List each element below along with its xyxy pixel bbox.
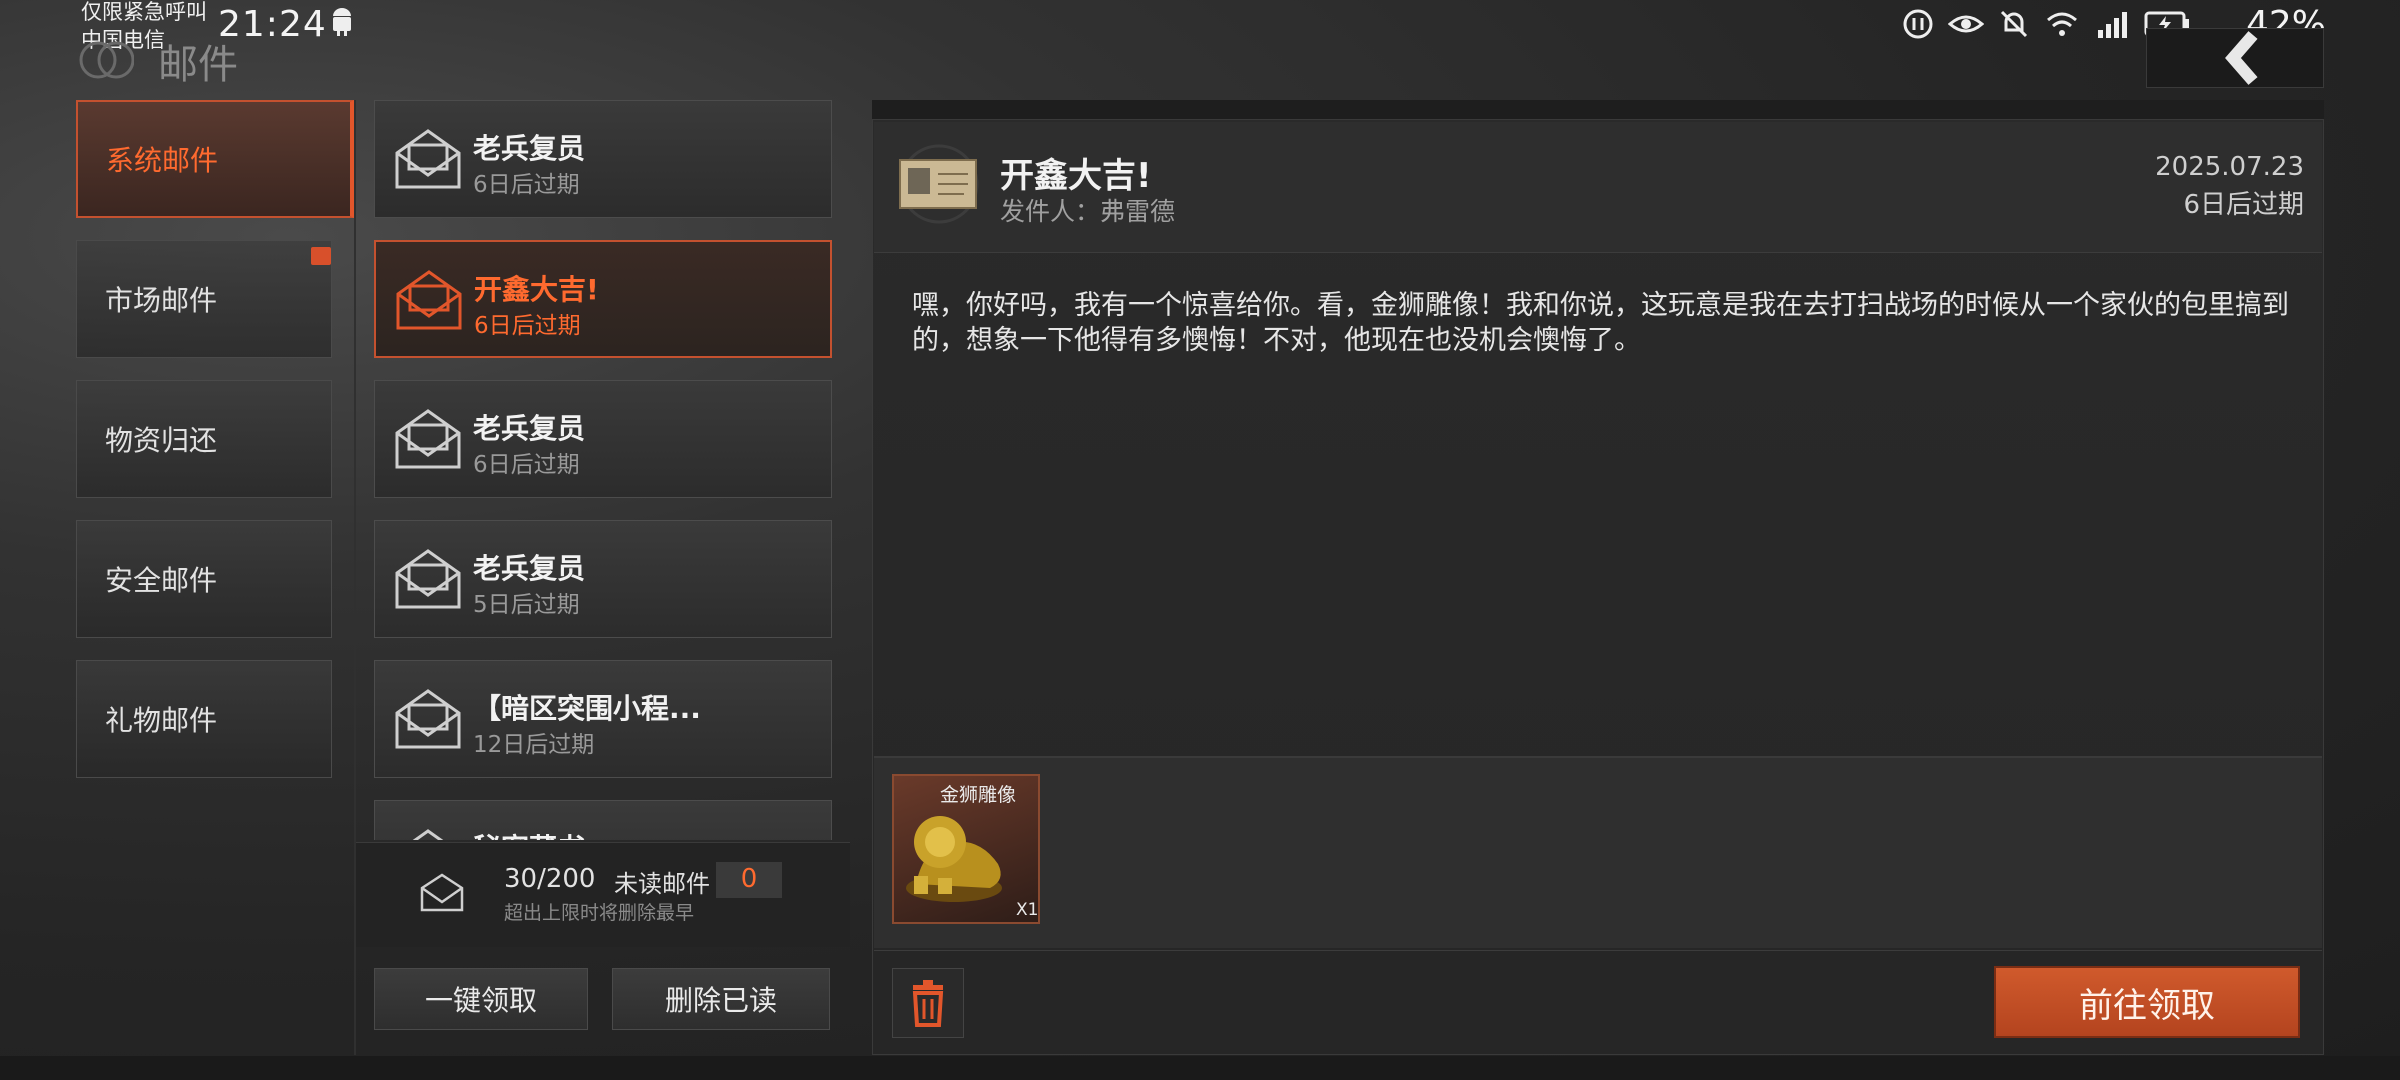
go-claim-label: 前往领取 <box>2079 985 2215 1026</box>
mail-item[interactable]: 老兵复员 5日后过期 <box>374 520 832 638</box>
back-button[interactable] <box>2146 28 2324 88</box>
sidebar-item-label: 系统邮件 <box>106 144 219 177</box>
mail-limit-note: 超出上限时将删除最早 <box>504 902 695 924</box>
notification-badge <box>311 247 331 265</box>
eye-icon <box>1948 15 1984 33</box>
chevron-left-icon <box>2225 31 2258 85</box>
sidebar-item-system-mail[interactable]: 系统邮件 <box>76 100 354 218</box>
mail-count: 30/200 <box>504 864 596 894</box>
sidebar-item-label: 安全邮件 <box>105 564 218 597</box>
mail-item[interactable]: 老兵复员 6日后过期 <box>374 100 832 218</box>
android-icon <box>333 8 351 36</box>
mail-item[interactable]: 老兵复员 6日后过期 <box>374 380 832 498</box>
attachment-quantity: X1 <box>1016 900 1039 920</box>
envelope-icon <box>395 409 461 469</box>
mail-item[interactable]: 秘密藏书 <box>374 800 832 840</box>
mail-title: 【暗区突围小程... <box>473 692 701 725</box>
sidebar-item-label: 物资归还 <box>105 424 218 457</box>
envelope-icon <box>420 873 464 912</box>
mail-item[interactable]: 【暗区突围小程... 12日后过期 <box>374 660 832 778</box>
mail-title: 老兵复员 <box>473 412 586 445</box>
data-saver-icon <box>1903 9 1933 39</box>
globe-icon <box>79 41 134 79</box>
mail-title: 开鑫大吉! <box>474 273 599 306</box>
mail-expire: 6日后过期 <box>473 172 580 198</box>
page-title: 邮件 <box>158 42 238 88</box>
claim-all-button[interactable]: 一键领取 <box>374 968 588 1030</box>
attachment-name: 金狮雕像 <box>940 784 1017 806</box>
delete-read-button[interactable]: 删除已读 <box>612 968 830 1030</box>
mail-title: 秘密藏书 <box>473 827 585 840</box>
sidebar-item-security-mail[interactable]: 安全邮件 <box>76 520 332 638</box>
envelope-icon <box>395 549 461 609</box>
sidebar-item-label: 市场邮件 <box>105 284 218 317</box>
unread-count: 0 <box>740 864 758 894</box>
unread-label: 未读邮件 <box>614 870 710 898</box>
signal-icon <box>2098 12 2127 38</box>
mail-expire: 6日后过期 <box>474 313 581 339</box>
detail-top-strip <box>872 100 2324 120</box>
detail-title: 开鑫大吉! <box>1000 156 1152 196</box>
mail-item-selected[interactable]: 开鑫大吉! 6日后过期 <box>374 240 832 358</box>
detail-sender: 发件人：弗雷德 <box>1000 197 1176 226</box>
envelope-icon <box>395 129 461 189</box>
mail-expire: 5日后过期 <box>473 592 580 618</box>
sidebar-item-supply-return[interactable]: 物资归还 <box>76 380 332 498</box>
wifi-icon <box>2047 12 2077 36</box>
go-claim-button[interactable]: 前往领取 <box>1994 966 2300 1038</box>
bottom-edge <box>0 1056 2400 1080</box>
detail-expire: 6日后过期 <box>2183 190 2304 220</box>
sidebar-item-market-mail[interactable]: 市场邮件 <box>76 240 332 358</box>
envelope-icon <box>395 689 461 749</box>
claim-all-label: 一键领取 <box>424 984 537 1017</box>
sidebar-item-label: 礼物邮件 <box>105 704 218 737</box>
mail-list[interactable]: 老兵复员 6日后过期 开鑫大吉! 6日后过期 老兵复员 6日后过期 老兵复员 5… <box>374 100 832 840</box>
bell-muted-icon <box>2000 10 2028 38</box>
sidebar-item-gift-mail[interactable]: 礼物邮件 <box>76 660 332 778</box>
envelope-icon <box>396 270 462 330</box>
status-emergency-text: 仅限紧急呼叫 <box>81 0 207 24</box>
detail-date: 2025.07.23 <box>2155 152 2304 182</box>
mail-title: 老兵复员 <box>473 552 586 585</box>
letter-icon <box>899 144 979 224</box>
mail-expire: 6日后过期 <box>473 452 580 478</box>
envelope-icon <box>412 829 444 840</box>
delete-mail-button[interactable] <box>892 968 964 1038</box>
mail-expire: 12日后过期 <box>473 732 595 758</box>
attachment-area <box>874 758 2322 948</box>
delete-read-label: 删除已读 <box>664 984 777 1017</box>
detail-body: 嘿，你好吗，我有一个惊喜给你。看，金狮雕像！我和你说，这玩意是我在去打扫战场的时… <box>912 290 2289 356</box>
mail-title: 老兵复员 <box>473 132 586 165</box>
trash-icon <box>912 980 944 1027</box>
